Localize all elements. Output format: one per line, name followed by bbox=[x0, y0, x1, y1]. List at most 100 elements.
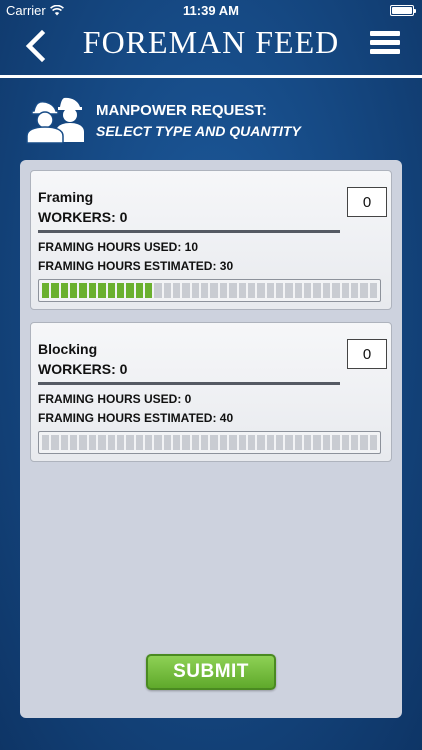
status-bar: Carrier 11:39 AM bbox=[0, 0, 422, 22]
progress-segment bbox=[219, 435, 228, 450]
progress-segment bbox=[247, 283, 256, 298]
hours-used: FRAMING HOURS USED: 10 bbox=[38, 240, 199, 254]
hours-progress-bar bbox=[38, 279, 381, 302]
progress-segment bbox=[238, 283, 246, 298]
progress-segment bbox=[266, 283, 274, 298]
workers-count: WORKERS: 0 bbox=[38, 209, 128, 225]
hours-estimated: FRAMING HOURS ESTIMATED: 40 bbox=[38, 411, 234, 425]
construction-workers-icon bbox=[26, 97, 84, 144]
quantity-input[interactable]: 0 bbox=[347, 187, 387, 217]
progress-segment bbox=[360, 435, 368, 450]
progress-segment bbox=[79, 283, 87, 298]
progress-segment bbox=[173, 283, 181, 298]
progress-segment bbox=[257, 435, 265, 450]
progress-segment bbox=[42, 283, 50, 298]
nav-bar: FOREMAN FEED bbox=[0, 22, 422, 74]
request-panel: Framing WORKERS: 0 0 FRAMING HOURS USED:… bbox=[20, 160, 402, 718]
progress-segment bbox=[70, 283, 78, 298]
progress-segment bbox=[107, 283, 115, 298]
progress-segment bbox=[294, 283, 303, 298]
progress-segment bbox=[369, 283, 377, 298]
progress-segment bbox=[369, 435, 377, 450]
progress-segment bbox=[201, 283, 209, 298]
progress-segment bbox=[332, 435, 340, 450]
trade-card-framing: Framing WORKERS: 0 0 FRAMING HOURS USED:… bbox=[30, 170, 392, 310]
progress-segment bbox=[154, 435, 162, 450]
progress-segment bbox=[182, 435, 190, 450]
progress-segment bbox=[341, 435, 349, 450]
progress-segment bbox=[350, 435, 359, 450]
progress-segment bbox=[70, 435, 78, 450]
progress-segment bbox=[191, 435, 200, 450]
progress-segment bbox=[135, 283, 143, 298]
quantity-input[interactable]: 0 bbox=[347, 339, 387, 369]
progress-segment bbox=[107, 435, 115, 450]
progress-segment bbox=[144, 435, 153, 450]
progress-segment bbox=[88, 283, 97, 298]
progress-segment bbox=[60, 435, 69, 450]
progress-segment bbox=[275, 283, 284, 298]
progress-segment bbox=[79, 435, 87, 450]
progress-segment bbox=[238, 435, 246, 450]
progress-segment bbox=[191, 283, 200, 298]
progress-segment bbox=[304, 283, 312, 298]
hours-estimated: FRAMING HOURS ESTIMATED: 30 bbox=[38, 259, 234, 273]
progress-segment bbox=[98, 435, 106, 450]
progress-segment bbox=[257, 283, 265, 298]
app-title: FOREMAN FEED bbox=[82, 24, 340, 60]
battery-icon bbox=[390, 5, 416, 16]
progress-segment bbox=[229, 435, 237, 450]
progress-segment bbox=[350, 283, 359, 298]
progress-segment bbox=[247, 435, 256, 450]
header-title: MANPOWER REQUEST: bbox=[96, 102, 267, 119]
progress-segment bbox=[210, 283, 218, 298]
progress-segment bbox=[135, 435, 143, 450]
progress-segment bbox=[51, 283, 59, 298]
progress-segment bbox=[219, 283, 228, 298]
progress-segment bbox=[88, 435, 97, 450]
progress-segment bbox=[341, 283, 349, 298]
progress-segment bbox=[285, 435, 293, 450]
progress-segment bbox=[229, 283, 237, 298]
hamburger-menu-icon[interactable] bbox=[370, 31, 400, 55]
progress-segment bbox=[322, 435, 331, 450]
progress-segment bbox=[144, 283, 153, 298]
status-time: 11:39 AM bbox=[183, 3, 239, 18]
hours-used: FRAMING HOURS USED: 0 bbox=[38, 392, 192, 406]
progress-segment bbox=[163, 435, 172, 450]
submit-button[interactable]: SUBMIT bbox=[146, 654, 276, 690]
progress-segment bbox=[313, 283, 321, 298]
progress-segment bbox=[163, 283, 172, 298]
progress-segment bbox=[332, 283, 340, 298]
progress-segment bbox=[60, 283, 69, 298]
progress-segment bbox=[266, 435, 274, 450]
progress-segment bbox=[116, 283, 125, 298]
progress-segment bbox=[126, 435, 134, 450]
trade-name: Framing bbox=[38, 189, 94, 205]
progress-segment bbox=[51, 435, 59, 450]
progress-segment bbox=[126, 283, 134, 298]
progress-segment bbox=[98, 283, 106, 298]
progress-segment bbox=[210, 435, 218, 450]
card-divider bbox=[38, 382, 340, 385]
progress-segment bbox=[173, 435, 181, 450]
hours-progress-bar bbox=[38, 431, 381, 454]
progress-segment bbox=[116, 435, 125, 450]
trade-name: Blocking bbox=[38, 341, 98, 357]
card-divider bbox=[38, 230, 340, 233]
progress-segment bbox=[313, 435, 321, 450]
progress-segment bbox=[285, 283, 293, 298]
progress-segment bbox=[42, 435, 50, 450]
progress-segment bbox=[154, 283, 162, 298]
progress-segment bbox=[275, 435, 284, 450]
nav-divider bbox=[0, 75, 422, 78]
progress-segment bbox=[322, 283, 331, 298]
header-subtitle: SELECT TYPE AND QUANTITY bbox=[96, 123, 301, 139]
progress-segment bbox=[201, 435, 209, 450]
progress-segment bbox=[360, 283, 368, 298]
manpower-header: MANPOWER REQUEST: SELECT TYPE AND QUANTI… bbox=[24, 96, 404, 146]
workers-count: WORKERS: 0 bbox=[38, 361, 128, 377]
trade-card-blocking: Blocking WORKERS: 0 0 FRAMING HOURS USED… bbox=[30, 322, 392, 462]
progress-segment bbox=[294, 435, 303, 450]
progress-segment bbox=[304, 435, 312, 450]
